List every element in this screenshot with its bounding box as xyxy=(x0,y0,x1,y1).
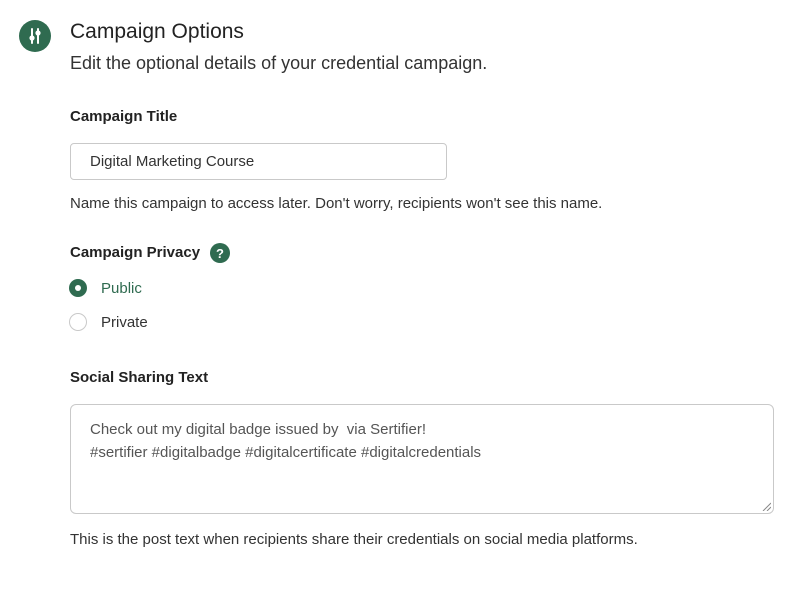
sliders-icon xyxy=(19,20,51,52)
privacy-option-label: Private xyxy=(101,313,148,331)
social-sharing-line: #sertifier #digitalbadge #digitalcertifi… xyxy=(90,444,482,461)
campaign-title-value: Digital Marketing Course xyxy=(90,153,255,170)
sliders-icon-glyph xyxy=(29,28,41,44)
campaign-title-help: Name this campaign to access later. Don'… xyxy=(70,195,603,212)
campaign-privacy-label: Campaign Privacy xyxy=(70,244,201,261)
social-sharing-line: Check out my digital badge issued by via… xyxy=(90,421,426,438)
campaign-title-input[interactable]: Digital Marketing Course xyxy=(70,143,447,180)
help-icon[interactable]: ? xyxy=(210,243,230,263)
privacy-option-label: Public xyxy=(101,279,142,297)
privacy-option-private[interactable]: Private xyxy=(69,313,148,331)
page-title: Campaign Options xyxy=(70,20,244,43)
social-sharing-help: This is the post text when recipients sh… xyxy=(70,531,638,548)
radio-unselected-icon[interactable] xyxy=(69,313,87,331)
page-subtitle: Edit the optional details of your creden… xyxy=(70,53,488,73)
campaign-title-label: Campaign Title xyxy=(70,108,178,125)
privacy-option-public[interactable]: Public xyxy=(69,279,142,297)
social-sharing-textarea[interactable]: Check out my digital badge issued by via… xyxy=(70,404,774,514)
resize-handle-icon[interactable] xyxy=(761,501,771,511)
social-sharing-label: Social Sharing Text xyxy=(70,369,209,386)
radio-selected-icon[interactable] xyxy=(69,279,87,297)
